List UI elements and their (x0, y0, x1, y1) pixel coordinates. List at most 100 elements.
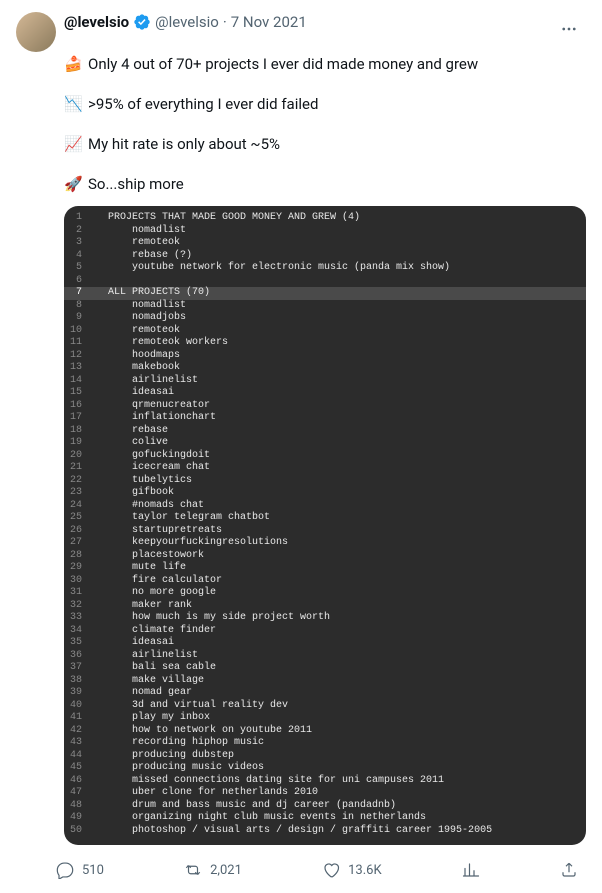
tweet-text: >95% of everything I ever did failed (88, 94, 318, 114)
line-number: 34 (64, 625, 90, 638)
emoji: 🍰 (64, 54, 82, 74)
code-content: inflationchart (90, 412, 586, 425)
code-content: keepyourfuckingresolutions (90, 537, 586, 550)
reply-button[interactable]: 510 (56, 861, 104, 879)
line-number: 8 (64, 300, 90, 313)
line-number: 24 (64, 500, 90, 513)
code-content: remoteok (90, 237, 586, 250)
reply-count: 510 (82, 863, 104, 878)
code-line: 46 missed connections dating site for un… (64, 775, 586, 788)
code-content: gifbook (90, 487, 586, 500)
code-content: photoshop / visual arts / design / graff… (90, 825, 586, 838)
tweet-text: Only 4 out of 70+ projects I ever did ma… (88, 54, 478, 74)
tweet-container: @levelsio @levelsio · 7 Nov 2021 🍰Only 4… (0, 0, 602, 893)
code-content: mute life (90, 562, 586, 575)
tweet-text-line: 🚀So...ship more (64, 174, 586, 194)
code-content: PROJECTS THAT MADE GOOD MONEY AND GREW (… (90, 212, 586, 225)
code-line: 16 qrmenucreator (64, 400, 586, 413)
code-line: 12 hoodmaps (64, 350, 586, 363)
line-number: 27 (64, 537, 90, 550)
code-content: rebase (?) (90, 250, 586, 263)
code-line: 45 producing music videos (64, 762, 586, 775)
code-line: 29 mute life (64, 562, 586, 575)
code-content: no more google (90, 587, 586, 600)
code-line: 11 remoteok workers (64, 337, 586, 350)
line-number: 46 (64, 775, 90, 788)
like-count: 13.6K (348, 863, 382, 878)
code-content: airlinelist (90, 375, 586, 388)
code-content: ideasai (90, 387, 586, 400)
tweet-text-line: 📈My hit rate is only about ~5% (64, 134, 586, 154)
line-number: 21 (64, 462, 90, 475)
code-line: 2 nomadlist (64, 225, 586, 238)
share-button[interactable] (560, 861, 578, 879)
code-line: 10 remoteok (64, 325, 586, 338)
line-number: 50 (64, 825, 90, 838)
tweet-text: So...ship more (88, 174, 184, 194)
code-content: placestowork (90, 550, 586, 563)
code-content: ideasai (90, 637, 586, 650)
more-icon (560, 20, 578, 38)
line-number: 1 (64, 212, 90, 225)
code-content: how much is my side project worth (90, 612, 586, 625)
code-content: play my inbox (90, 712, 586, 725)
handle[interactable]: @levelsio (155, 12, 219, 32)
code-image[interactable]: 1 PROJECTS THAT MADE GOOD MONEY AND GREW… (64, 206, 586, 845)
line-number: 6 (64, 275, 90, 288)
line-number: 47 (64, 787, 90, 800)
code-content: recording hiphop music (90, 737, 586, 750)
code-content: 3d and virtual reality dev (90, 700, 586, 713)
emoji: 📈 (64, 134, 82, 154)
code-line: 24 #nomads chat (64, 500, 586, 513)
tweet-text-line: 📉 >95% of everything I ever did failed (64, 94, 586, 114)
display-name[interactable]: @levelsio (64, 12, 129, 32)
code-line: 23 gifbook (64, 487, 586, 500)
line-number: 38 (64, 675, 90, 688)
analytics-icon (462, 861, 480, 879)
emoji: 📉 (64, 94, 82, 114)
code-line: 32 maker rank (64, 600, 586, 613)
line-number: 2 (64, 225, 90, 238)
more-button[interactable] (552, 12, 586, 46)
line-number: 19 (64, 437, 90, 450)
line-number: 14 (64, 375, 90, 388)
share-icon (560, 861, 578, 879)
line-number: 12 (64, 350, 90, 363)
line-number: 32 (64, 600, 90, 613)
code-line: 50 photoshop / visual arts / design / gr… (64, 825, 586, 838)
code-line: 43 recording hiphop music (64, 737, 586, 750)
line-number: 17 (64, 412, 90, 425)
line-number: 5 (64, 262, 90, 275)
action-bar: 510 2,021 13.6K (56, 855, 586, 889)
like-button[interactable]: 13.6K (322, 861, 382, 879)
code-line: 28 placestowork (64, 550, 586, 563)
code-line: 3 remoteok (64, 237, 586, 250)
code-line: 1 PROJECTS THAT MADE GOOD MONEY AND GREW… (64, 212, 586, 225)
code-line: 17 inflationchart (64, 412, 586, 425)
code-line: 42 how to network on youtube 2011 (64, 725, 586, 738)
code-line: 19 colive (64, 437, 586, 450)
line-number: 26 (64, 525, 90, 538)
reply-icon (56, 861, 74, 879)
avatar[interactable] (16, 12, 56, 52)
views-button[interactable] (462, 861, 480, 879)
code-content: qrmenucreator (90, 400, 586, 413)
code-content: missed connections dating site for uni c… (90, 775, 586, 788)
code-content: airlinelist (90, 650, 586, 663)
code-content: #nomads chat (90, 500, 586, 513)
post-date[interactable]: 7 Nov 2021 (231, 12, 307, 32)
tweet-text-line: 🍰 Only 4 out of 70+ projects I ever did m… (64, 54, 586, 74)
code-content: drum and bass music and dj career (panda… (90, 800, 586, 813)
line-number: 10 (64, 325, 90, 338)
line-number: 15 (64, 387, 90, 400)
code-content: remoteok workers (90, 337, 586, 350)
code-line: 7 ALL PROJECTS (70) (64, 287, 586, 300)
line-number: 41 (64, 712, 90, 725)
line-number: 49 (64, 812, 90, 825)
code-content: how to network on youtube 2011 (90, 725, 586, 738)
code-content: organizing night club music events in ne… (90, 812, 586, 825)
line-number: 44 (64, 750, 90, 763)
code-line: 31 no more google (64, 587, 586, 600)
code-content: producing dubstep (90, 750, 586, 763)
retweet-button[interactable]: 2,021 (184, 861, 242, 879)
